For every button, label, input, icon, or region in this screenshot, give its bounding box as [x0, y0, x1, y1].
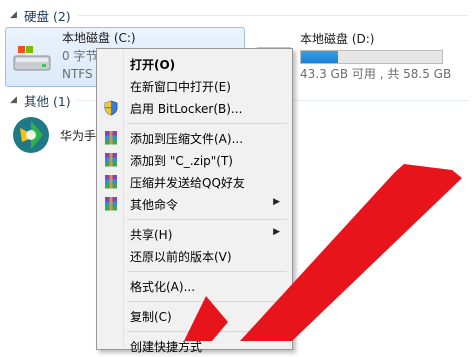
- submenu-arrow-icon: ▶: [273, 227, 280, 237]
- menu-item-restore-previous[interactable]: 还原以前的版本(V): [97, 245, 290, 267]
- menu-separator: [127, 301, 287, 302]
- context-menu: 打开(O) 在新窗口中打开(E) 启用 BitLocker(B)... 添加到压…: [96, 48, 293, 350]
- menu-item-format[interactable]: 格式化(A)...: [97, 275, 290, 297]
- shield-icon: [103, 100, 119, 116]
- collapse-chevron-icon[interactable]: ◢: [10, 95, 18, 105]
- menu-item-label: 打开(O): [130, 56, 175, 73]
- menu-item-open-new-window[interactable]: 在新窗口中打开(E): [97, 75, 290, 97]
- menu-item-open[interactable]: 打开(O): [97, 53, 290, 75]
- winrar-icon: [103, 152, 119, 168]
- menu-item-label: 格式化(A)...: [130, 278, 195, 295]
- group-title-other: 其他 (1): [24, 91, 71, 110]
- huawei-device-icon[interactable]: [12, 116, 50, 154]
- drive-d-usage-fill: [301, 51, 338, 63]
- menu-item-label: 添加到压缩文件(A)...: [130, 130, 243, 147]
- other-item-label[interactable]: 华为手: [60, 128, 96, 145]
- menu-item-bitlocker[interactable]: 启用 BitLocker(B)...: [97, 97, 290, 119]
- menu-item-label: 在新窗口中打开(E): [130, 78, 231, 95]
- menu-item-compress-send-qq[interactable]: 压缩并发送给QQ好友: [97, 171, 290, 193]
- drive-d-free: 43.3 GB 可用 , 共 58.5 GB: [300, 66, 451, 83]
- menu-item-label: 复制(C): [130, 308, 172, 325]
- menu-item-create-shortcut[interactable]: 创建快捷方式: [97, 335, 290, 357]
- drive-c-size: 0 字节: [62, 48, 97, 65]
- menu-separator: [127, 123, 287, 124]
- drive-d-name: 本地磁盘 (D:): [300, 31, 374, 48]
- menu-item-add-to-archive[interactable]: 添加到压缩文件(A)...: [97, 127, 290, 149]
- menu-separator: [127, 271, 287, 272]
- winrar-icon: [103, 174, 119, 190]
- winrar-icon: [103, 196, 119, 212]
- drive-c-name: 本地磁盘 (C:): [62, 30, 136, 47]
- group-title-disks: 硬盘 (2): [24, 6, 71, 25]
- menu-item-share[interactable]: 共享(H) ▶: [97, 223, 290, 245]
- group-divider: [78, 15, 468, 16]
- group-header-other[interactable]: ◢ 其他 (1): [10, 91, 71, 109]
- menu-item-other-commands[interactable]: 其他命令 ▶: [97, 193, 290, 215]
- hard-drive-windows-icon: [12, 42, 52, 74]
- menu-separator: [127, 219, 287, 220]
- drive-d-usage-bar: [300, 50, 443, 64]
- menu-item-label: 共享(H): [130, 226, 172, 243]
- menu-item-label: 添加到 "C_.zip"(T): [130, 152, 233, 169]
- menu-item-label: 压缩并发送给QQ好友: [130, 174, 245, 191]
- menu-item-label: 其他命令: [130, 196, 178, 213]
- menu-separator: [127, 331, 287, 332]
- menu-item-label: 还原以前的版本(V): [130, 248, 232, 265]
- winrar-icon: [103, 130, 119, 146]
- menu-item-copy[interactable]: 复制(C): [97, 305, 290, 327]
- collapse-chevron-icon[interactable]: ◢: [10, 10, 18, 20]
- menu-item-label: 启用 BitLocker(B)...: [130, 100, 242, 117]
- submenu-arrow-icon: ▶: [273, 197, 280, 207]
- menu-item-add-to-zip[interactable]: 添加到 "C_.zip"(T): [97, 149, 290, 171]
- group-header-disks[interactable]: ◢ 硬盘 (2): [10, 6, 71, 24]
- drive-c-filesystem: NTFS: [62, 66, 93, 83]
